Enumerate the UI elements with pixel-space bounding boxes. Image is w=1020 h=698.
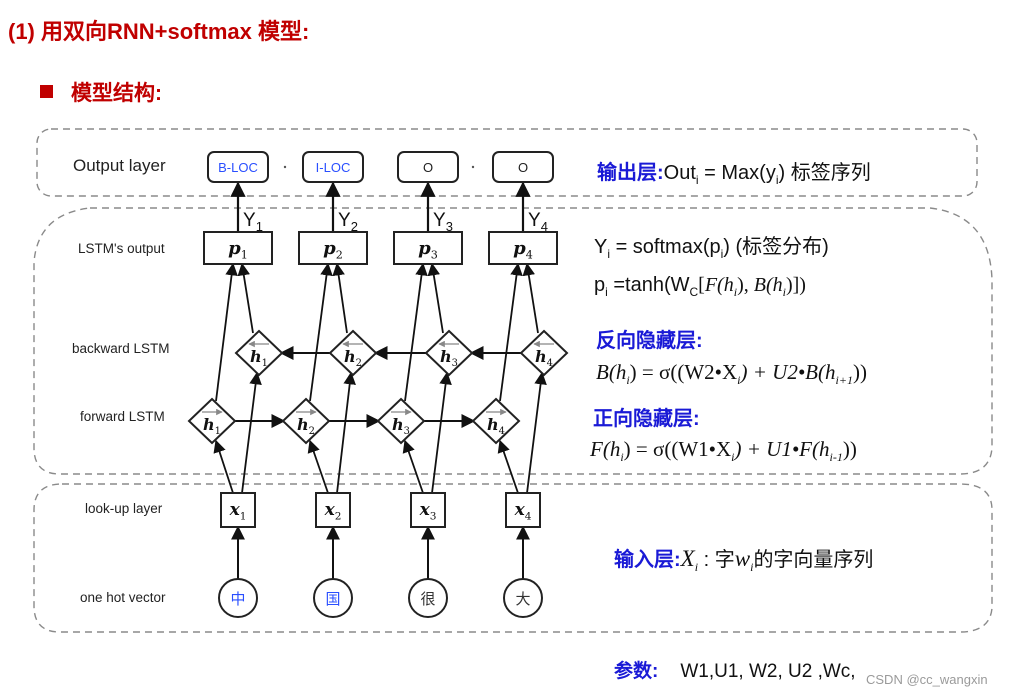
output-tag-label: I-LOC — [316, 160, 351, 175]
tanh-b: B(h — [753, 274, 783, 296]
bh-mid2: ) + U2•B(h — [740, 360, 836, 384]
forward-lstm-label: forward LSTM — [80, 409, 165, 424]
edge-forward-to-p — [309, 262, 333, 402]
tanh-bracket: [ — [698, 274, 705, 296]
fh-rhs-sub: i-1 — [829, 450, 843, 465]
tanh-wc-sub: C — [689, 285, 699, 299]
y-label: Y4 — [528, 210, 548, 234]
edge-forward-to-p — [499, 262, 523, 402]
tanh-mid: =tanh(W — [607, 274, 690, 296]
tanh-formula: pi =tanh(WC[F(hi), B(hi)]) — [594, 274, 806, 300]
fh-mid2: ) + U1•F(h — [734, 437, 830, 461]
fh-lhs: F(h — [590, 437, 621, 461]
edge-x-to-backward — [431, 371, 452, 494]
edge-x-to-forward — [213, 439, 234, 494]
bh-rhs-sub: i+1 — [835, 373, 853, 388]
tanh-f: F(h — [704, 274, 734, 296]
lookup-layer-label: look-up layer — [85, 501, 163, 516]
tag-sequence-text: ) 标签序列 — [778, 162, 871, 184]
input-layer-annotation: 输入层:Xi : 字wi的字向量序列 — [614, 543, 873, 575]
edge-backward-to-p — [427, 262, 444, 334]
input-x: X — [680, 546, 695, 571]
lstm-output-label: LSTM's output — [78, 241, 165, 256]
char-node-label: 国 — [325, 590, 340, 608]
bh-lhs: B(h — [596, 360, 627, 384]
output-layer-annotation: 输出层:Outi = Max(yi) 标签序列 — [597, 156, 871, 187]
char-node-label: 大 — [515, 590, 530, 608]
y-label: Y3 — [433, 210, 453, 234]
bh-end: )) — [852, 360, 867, 384]
edge-backward-to-p — [522, 262, 539, 334]
edge-backward-to-p — [237, 262, 254, 334]
edge-x-to-backward — [526, 371, 547, 494]
input-w: w — [734, 546, 751, 571]
one-hot-vector-label: one hot vector — [80, 590, 166, 605]
softmax-formula: Yi = softmax(pi) (标签分布) — [594, 230, 829, 261]
edge-x-to-backward — [336, 371, 356, 494]
input-layer-label: 输入层: — [614, 549, 681, 571]
edge-forward-to-p — [215, 262, 238, 402]
y-label: Y1 — [243, 210, 263, 234]
max-text: = Max(y — [698, 162, 776, 184]
params-label: 参数: — [614, 661, 659, 682]
backward-hidden-label: 反向隐藏层: — [596, 330, 703, 352]
input-post: 的字向量序列 — [753, 549, 874, 571]
char-node-label: 中 — [230, 590, 245, 608]
tanh-comma: ), — [737, 274, 754, 296]
params-value: W1,U1, W2, U2 ,Wc, — [680, 661, 856, 682]
params-annotation: 参数: W1,U1, W2, U2 ,Wc, — [614, 656, 856, 683]
edge-x-to-forward — [307, 439, 329, 494]
forward-hidden-label: 正向隐藏层: — [593, 408, 700, 430]
watermark: CSDN @cc_wangxin — [866, 672, 988, 687]
out-text: Out — [663, 162, 696, 184]
output-layer-annotation-label: 输出层: — [597, 162, 664, 184]
softmax-y: Y — [594, 236, 608, 258]
fh-mid: ) = σ((W1•X — [623, 437, 732, 461]
fh-end: )) — [842, 437, 857, 461]
input-colon: : 字 — [698, 549, 735, 571]
output-layer-label: Output layer — [73, 156, 166, 175]
softmax-mid: = softmax(p — [610, 236, 721, 258]
char-node-label: 很 — [420, 590, 435, 608]
backward-lstm-label: backward LSTM — [72, 341, 170, 356]
y-label: Y2 — [338, 210, 358, 234]
edge-x-to-forward — [402, 439, 424, 494]
output-tag-label: O — [518, 160, 528, 175]
separator-dot — [283, 165, 287, 169]
tanh-post: )]) — [785, 274, 806, 296]
softmax-post: ) (标签分布) — [723, 236, 829, 258]
backward-hidden-formula: B(hi) = σ((W2•Xi) + U2•B(hi+1)) — [596, 360, 867, 388]
edge-x-to-forward — [497, 439, 519, 494]
output-tag-label: B-LOC — [218, 160, 258, 175]
edge-backward-to-p — [332, 262, 348, 334]
edge-x-to-backward — [241, 371, 262, 494]
output-tag-label: O — [423, 160, 433, 175]
edge-forward-to-p — [404, 262, 428, 402]
tanh-p: p — [594, 274, 606, 296]
bh-mid: ) = σ((W2•X — [629, 360, 738, 384]
separator-dot — [471, 165, 475, 169]
forward-hidden-formula: F(hi) = σ((W1•Xi) + U1•F(hi-1)) — [590, 437, 857, 465]
